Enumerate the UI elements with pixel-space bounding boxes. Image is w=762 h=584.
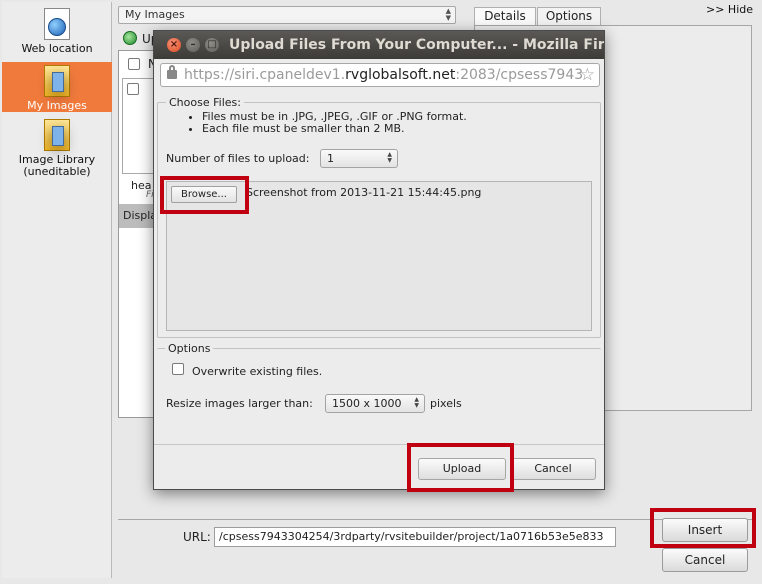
spinner-arrows-icon: ▲ ▼: [387, 151, 392, 164]
file-inputs-area: Browse... Screenshot from 2013-11-21 15:…: [166, 181, 592, 331]
web-location-icon: [44, 8, 70, 40]
cancel-button[interactable]: Cancel: [662, 548, 748, 572]
tab-details[interactable]: Details: [474, 7, 536, 25]
button-divider: [154, 444, 604, 445]
hide-panel-link[interactable]: >> Hide: [706, 3, 753, 16]
upload-icon[interactable]: [123, 31, 137, 45]
window-title: Upload Files From Your Computer... - Moz…: [229, 37, 605, 53]
select-all-checkbox[interactable]: [128, 58, 140, 70]
select-arrows-icon: ▲ ▼: [414, 396, 419, 409]
display-bar: Displa: [119, 204, 158, 228]
resize-label: Resize images larger than:: [166, 397, 313, 410]
upload-button[interactable]: Upload: [418, 458, 506, 480]
address-bar[interactable]: https://siri.cpaneldev1.rvglobalsoft.net…: [160, 63, 600, 87]
display-label: Displa: [123, 209, 158, 222]
overwrite-label: Overwrite existing files.: [192, 365, 323, 378]
options-legend: Options: [168, 342, 211, 355]
choose-files-legend: Choose Files:: [169, 96, 241, 109]
num-files-spinner[interactable]: 1 ▲ ▼: [320, 149, 398, 168]
overwrite-checkbox[interactable]: [172, 363, 184, 375]
select-arrows-icon: ▲ ▼: [445, 7, 451, 22]
sidebar-item-label: Image Library (uneditable): [18, 153, 96, 178]
num-files-label: Number of files to upload:: [166, 152, 310, 165]
image-library-folder-icon: [44, 119, 70, 151]
tab-details-label: Details: [484, 9, 526, 23]
image-source-value: My Images: [125, 8, 185, 21]
image-source-select[interactable]: My Images ▲ ▼: [118, 6, 456, 24]
sidebar-item-my-images[interactable]: My Images: [2, 62, 112, 112]
image-select-checkbox[interactable]: [127, 83, 139, 95]
lock-icon: [167, 65, 177, 79]
num-files-value: 1: [327, 152, 334, 165]
window-close-button[interactable]: ×: [167, 38, 181, 52]
url-field[interactable]: /cpsess7943304254/3rdparty/rvsitebuilder…: [214, 527, 616, 547]
options-group: Options: [157, 342, 601, 440]
modal-cancel-button[interactable]: Cancel: [510, 458, 596, 480]
url-divider: [118, 519, 752, 520]
resize-value: 1500 x 1000: [332, 397, 402, 410]
source-sidebar: Web location My Images Image Library (un…: [2, 2, 112, 578]
selected-file-name: Screenshot from 2013-11-21 15:44:45.png: [246, 186, 482, 199]
sidebar-item-image-library[interactable]: Image Library (uneditable): [2, 116, 112, 178]
url-label: URL:: [183, 530, 211, 544]
sidebar-item-label: Web location: [21, 42, 93, 55]
browse-button[interactable]: Browse...: [171, 186, 237, 203]
file-rules-list: Files must be in .JPG, .JPEG, .GIF or .P…: [154, 111, 467, 135]
resize-unit: pixels: [430, 397, 462, 410]
sidebar-item-web-location[interactable]: Web location: [2, 8, 112, 60]
sidebar-item-label: My Images: [27, 99, 87, 112]
tab-options-label: Options: [545, 9, 593, 23]
tab-options[interactable]: Options: [537, 7, 601, 25]
my-images-folder-icon: [44, 65, 70, 97]
file-rule-item: Each file must be smaller than 2 MB.: [202, 123, 467, 135]
bookmark-star-icon[interactable]: ☆: [580, 65, 595, 85]
window-minimize-button[interactable]: –: [186, 38, 200, 52]
window-maximize-button[interactable]: □: [205, 38, 219, 52]
resize-select[interactable]: 1500 x 1000 ▲ ▼: [325, 394, 425, 413]
insert-button[interactable]: Insert: [662, 518, 748, 542]
upload-window: × – □ Upload Files From Your Computer...…: [153, 30, 605, 490]
address-text: https://siri.cpaneldev1.rvglobalsoft.net…: [184, 67, 584, 83]
window-titlebar[interactable]: × – □ Upload Files From Your Computer...…: [154, 31, 605, 59]
